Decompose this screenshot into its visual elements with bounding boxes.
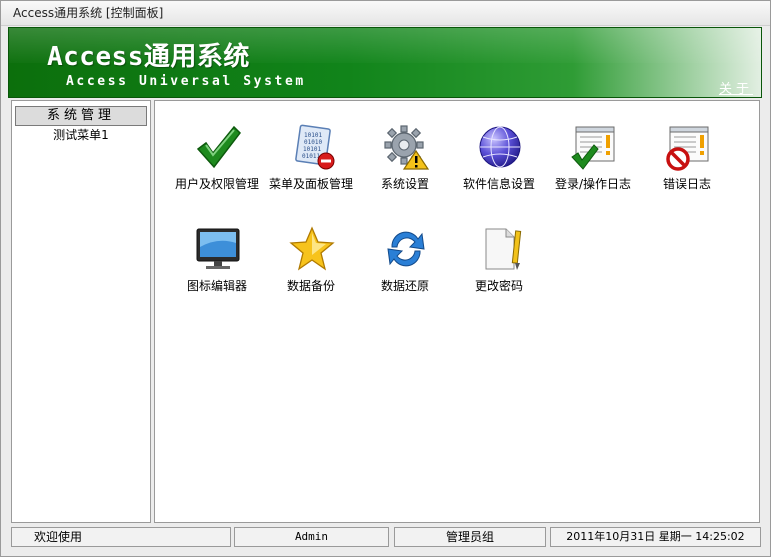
checkmark-icon (194, 123, 242, 171)
about-link[interactable]: 关于 (719, 78, 753, 97)
window-title: Access通用系统 [控制面板] (1, 1, 770, 26)
log-error-icon (664, 123, 712, 171)
tile-label: 软件信息设置 (462, 177, 535, 191)
control-panel: 用户及权限管理 10101 01010 10101 01011 菜单及面板管理 系统设… (154, 100, 760, 523)
tile-data-restore[interactable]: 数据还原 (355, 225, 455, 315)
status-bar: 欢迎使用 Admin 管理员组 2011年10月31日 星期一 14:25:02 (9, 527, 763, 549)
sidebar-header[interactable]: 系统管理 (15, 106, 147, 126)
app-window: Access通用系统 [控制面板] Access通用系统 Access Univ… (0, 0, 771, 557)
tile-login-log[interactable]: 登录/操作日志 (543, 123, 643, 213)
tile-label: 图标编辑器 (186, 279, 247, 293)
banner-title: Access通用系统 (47, 42, 250, 72)
document-pencil-icon (476, 225, 524, 273)
tile-error-log[interactable]: 错误日志 (637, 123, 737, 213)
tile-label: 登录/操作日志 (554, 177, 632, 191)
status-welcome: 欢迎使用 (11, 527, 231, 547)
tile-menu-panel[interactable]: 10101 01010 10101 01011 菜单及面板管理 (261, 123, 361, 213)
status-group: 管理员组 (394, 527, 546, 547)
globe-icon (476, 123, 524, 171)
sidebar: 系统管理 测试菜单1 (11, 100, 151, 523)
star-icon (288, 225, 336, 273)
tile-change-password[interactable]: 更改密码 (449, 225, 549, 315)
tile-label: 系统设置 (380, 177, 429, 191)
sidebar-item-test-menu[interactable]: 测试菜单1 (12, 127, 150, 143)
tile-icon-editor[interactable]: 图标编辑器 (167, 225, 267, 315)
svg-text:10101: 10101 (303, 146, 321, 153)
tile-label: 菜单及面板管理 (268, 177, 353, 191)
banner-subtitle: Access Universal System (66, 74, 306, 89)
tile-label: 错误日志 (662, 177, 711, 191)
tile-label: 数据还原 (380, 279, 429, 293)
gear-warning-icon (382, 123, 430, 171)
tile-label: 数据备份 (286, 279, 335, 293)
tile-user-permissions[interactable]: 用户及权限管理 (167, 123, 267, 213)
svg-text:01011: 01011 (302, 153, 320, 160)
tile-label: 用户及权限管理 (174, 177, 259, 191)
log-check-icon (570, 123, 618, 171)
status-datetime: 2011年10月31日 星期一 14:25:02 (550, 527, 761, 547)
tile-software-info[interactable]: 软件信息设置 (449, 123, 549, 213)
svg-text:10101: 10101 (304, 132, 322, 139)
binary-document-icon: 10101 01010 10101 01011 (288, 123, 336, 171)
tile-label: 更改密码 (474, 279, 523, 293)
status-user: Admin (234, 527, 389, 547)
header-banner: Access通用系统 Access Universal System 关于 (8, 27, 762, 98)
tile-system-settings[interactable]: 系统设置 (355, 123, 455, 213)
tile-data-backup[interactable]: 数据备份 (261, 225, 361, 315)
refresh-icon (382, 225, 430, 273)
svg-text:01010: 01010 (304, 139, 322, 146)
monitor-icon (194, 225, 242, 273)
